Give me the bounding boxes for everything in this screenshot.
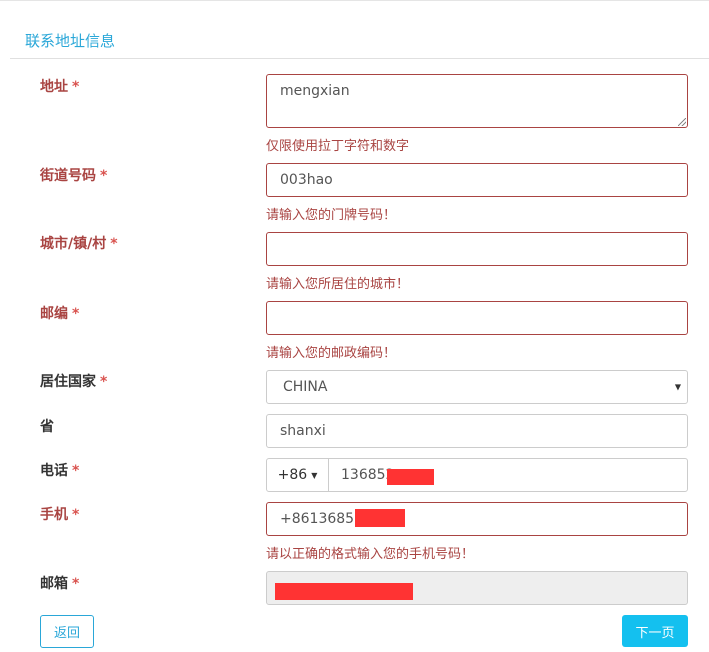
street-value: 003hao <box>280 172 333 188</box>
redaction-block <box>355 509 405 527</box>
province-value: shanxi <box>280 423 326 439</box>
section-divider <box>10 58 709 59</box>
mobile-label-text: 手机 <box>40 507 68 523</box>
address-help: 仅限使用拉丁字符和数字 <box>266 139 410 154</box>
required-mark: * <box>100 374 108 390</box>
province-label-text: 省 <box>40 419 54 435</box>
address-textarea[interactable]: mengxian <box>266 74 688 128</box>
country-select[interactable]: CHINA ▼ <box>266 370 688 404</box>
country-code-dropdown[interactable]: +86 ▼ <box>267 459 329 491</box>
city-label: 城市/镇/村 * <box>40 233 118 253</box>
street-help: 请输入您的门牌号码！ <box>266 208 397 223</box>
back-button[interactable]: 返回 <box>40 615 94 648</box>
required-mark: * <box>72 79 80 95</box>
postcode-input[interactable] <box>266 301 688 335</box>
postcode-label: 邮编 * <box>40 303 79 323</box>
postcode-help: 请输入您的邮政编码！ <box>266 346 397 361</box>
caret-down-icon: ▼ <box>674 382 681 392</box>
phone-label: 电话 * <box>40 460 79 480</box>
street-label: 街道号码 * <box>40 165 107 185</box>
section-title: 联系地址信息 <box>25 32 116 50</box>
email-label: 邮箱 * <box>40 573 79 593</box>
next-button[interactable]: 下一页 <box>622 615 688 647</box>
phone-number-input[interactable]: 136852 <box>329 459 687 491</box>
mobile-label: 手机 * <box>40 504 79 524</box>
resize-grip-icon[interactable] <box>678 118 686 126</box>
address-label: 地址 * <box>40 76 79 96</box>
country-label-text: 居住国家 <box>40 374 96 390</box>
caret-down-icon: ▼ <box>311 470 318 480</box>
required-mark: * <box>110 236 118 252</box>
required-mark: * <box>72 507 80 523</box>
required-mark: * <box>72 576 80 592</box>
country-label: 居住国家 * <box>40 371 107 391</box>
city-help: 请输入您所居住的城市！ <box>266 277 410 292</box>
province-input[interactable]: shanxi <box>266 414 688 448</box>
postcode-label-text: 邮编 <box>40 306 68 322</box>
phone-input-group: +86 ▼ 136852 <box>266 458 688 492</box>
required-mark: * <box>72 306 80 322</box>
email-label-text: 邮箱 <box>40 576 68 592</box>
city-label-text: 城市/镇/村 <box>40 236 107 252</box>
top-divider <box>0 0 709 1</box>
redaction-block <box>387 469 434 485</box>
address-label-text: 地址 <box>40 79 68 95</box>
mobile-help: 请以正确的格式输入您的手机号码！ <box>266 547 475 562</box>
street-input[interactable]: 003hao <box>266 163 688 197</box>
province-label: 省 <box>40 416 54 436</box>
country-code-value: +86 <box>277 467 308 483</box>
phone-label-text: 电话 <box>40 463 68 479</box>
required-mark: * <box>100 168 108 184</box>
required-mark: * <box>72 463 80 479</box>
redaction-block <box>275 583 413 600</box>
city-input[interactable] <box>266 232 688 266</box>
mobile-input[interactable]: +861368527 <box>266 502 688 536</box>
street-label-text: 街道号码 <box>40 168 96 184</box>
country-selected-value: CHINA <box>283 379 328 395</box>
